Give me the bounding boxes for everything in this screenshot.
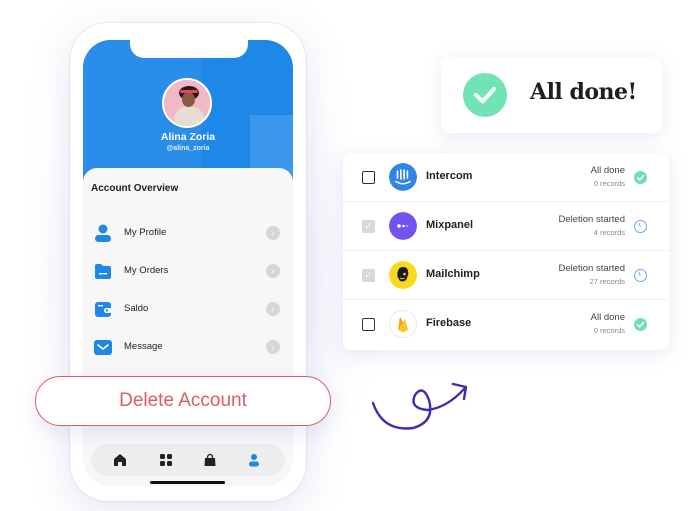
status-block: All done 0 records — [591, 165, 625, 188]
clock-icon — [634, 269, 647, 282]
check-circle-icon — [634, 171, 647, 184]
folder-icon — [95, 264, 111, 279]
menu-item-message[interactable]: Message › — [83, 332, 293, 362]
grid-icon[interactable] — [159, 453, 173, 467]
phone-mockup: Alina Zoria @alina_zoria Account Overvie… — [70, 23, 306, 501]
row-checkbox[interactable] — [362, 318, 375, 331]
records-count: 4 records — [593, 228, 625, 237]
row-checkbox[interactable] — [362, 171, 375, 184]
records-count: 0 records — [593, 326, 625, 335]
intercom-logo-icon — [389, 163, 417, 191]
service-name: Intercom — [426, 170, 473, 182]
avatar-face — [182, 92, 195, 107]
delete-account-button[interactable]: Delete Account — [35, 376, 331, 426]
home-indicator — [150, 481, 225, 484]
mailchimp-logo-icon — [389, 261, 417, 289]
chevron-right-icon: › — [266, 264, 280, 278]
service-name: Mailchimp — [426, 268, 480, 280]
service-name: Firebase — [426, 317, 472, 329]
person-icon — [95, 224, 111, 242]
row-checkbox[interactable]: ✓ — [362, 269, 375, 282]
menu-item-label: My Orders — [124, 265, 169, 276]
menu-item-label: Message — [124, 341, 163, 352]
row-checkbox[interactable]: ✓ — [362, 220, 375, 233]
avatar[interactable] — [162, 78, 212, 128]
all-done-card: All done! — [441, 57, 662, 133]
phone-notch — [130, 40, 248, 58]
list-item-mixpanel: ✓ Mixpanel Deletion started 4 records — [343, 202, 669, 251]
status-text: All done — [590, 312, 625, 323]
user-name: Alina Zoria — [160, 131, 216, 143]
menu-item-my-orders[interactable]: My Orders › — [83, 256, 293, 286]
menu-item-label: My Profile — [124, 227, 167, 238]
check-circle-icon — [634, 318, 647, 331]
records-count: 27 records — [589, 277, 625, 286]
menu-item-my-profile[interactable]: My Profile › — [83, 218, 293, 248]
service-name: Mixpanel — [426, 219, 474, 231]
chevron-right-icon: › — [266, 340, 280, 354]
person-icon[interactable] — [247, 453, 261, 467]
all-done-text: All done! — [530, 79, 637, 105]
clock-icon — [634, 220, 647, 233]
shopping-bag-icon[interactable] — [203, 453, 217, 467]
envelope-icon — [94, 340, 112, 355]
integrations-list: Intercom All done 0 records ✓ Mixpanel D… — [343, 153, 669, 350]
bottom-nav — [91, 444, 285, 476]
section-title: Account Overview — [91, 183, 179, 194]
menu-item-label: Saldo — [124, 303, 149, 314]
chevron-right-icon: › — [266, 302, 280, 316]
curly-arrow-icon — [371, 382, 468, 430]
menu-item-saldo[interactable]: Saldo › — [83, 294, 293, 324]
list-item-mailchimp: ✓ Mailchimp Deletion started 27 records — [343, 251, 669, 300]
home-icon[interactable] — [113, 453, 127, 467]
avatar-body — [174, 107, 204, 126]
status-text: Deletion started — [558, 263, 625, 274]
list-item-intercom: Intercom All done 0 records — [343, 153, 669, 202]
list-item-firebase: Firebase All done 0 records — [343, 300, 669, 349]
account-overview-panel: Account Overview My Profile › My Orders … — [83, 168, 293, 486]
chevron-right-icon: › — [266, 226, 280, 240]
status-text: All done — [590, 165, 625, 176]
records-count: 0 records — [593, 179, 625, 188]
user-handle: @alina_zoria — [166, 145, 210, 152]
firebase-logo-icon — [389, 310, 417, 338]
status-block: Deletion started 4 records — [558, 214, 625, 237]
mixpanel-logo-icon — [389, 212, 417, 240]
status-block: All done 0 records — [591, 312, 625, 335]
check-circle-icon — [463, 73, 507, 117]
status-text: Deletion started — [558, 214, 625, 225]
wallet-icon — [95, 302, 112, 317]
avatar-headband — [180, 90, 198, 93]
status-block: Deletion started 27 records — [558, 263, 625, 286]
